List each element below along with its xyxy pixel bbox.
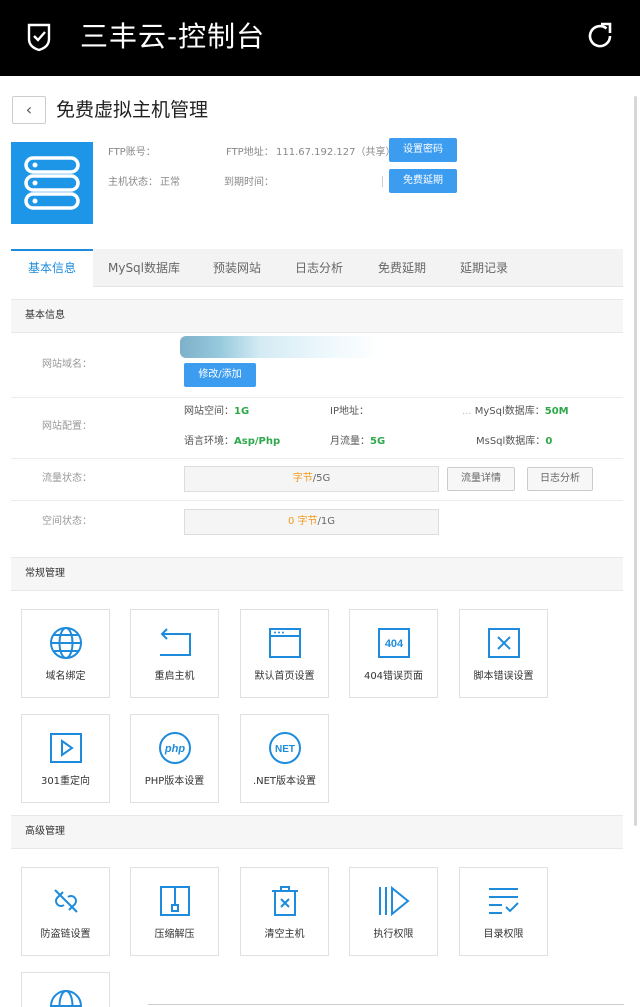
ftp-address-value: 111.67.192.127（共享） xyxy=(276,147,396,158)
tile-label: 默认首页设置 xyxy=(254,671,315,682)
svg-text:NET: NET xyxy=(275,744,295,755)
tile-label: 执行权限 xyxy=(373,929,414,940)
config-label: 网站配置： xyxy=(42,421,92,432)
domain-label: 网站域名： xyxy=(42,359,92,370)
language-info: 语言环境：Asp/Php xyxy=(184,436,281,447)
tile-label: 301重定向 xyxy=(40,776,91,787)
tile-404-page[interactable]: 404 404错误页面 xyxy=(349,609,438,698)
tile-compress[interactable]: 压缩解压 xyxy=(130,867,219,956)
section-routine: 常规管理 xyxy=(11,557,623,591)
tab-basic-info[interactable]: 基本信息 xyxy=(11,249,93,287)
php-icon: php xyxy=(159,732,191,764)
globe-icon xyxy=(50,990,82,1007)
expire-time-label: 到期时间： xyxy=(224,177,274,188)
tab-free-extend[interactable]: 免费延期 xyxy=(365,249,439,287)
tile-label: 清空主机 xyxy=(264,929,305,940)
tile-domain-binding[interactable]: 域名绑定 xyxy=(21,609,110,698)
page-title: 免费虚拟主机管理 xyxy=(56,99,209,121)
flow-status-label: 流量状态： xyxy=(42,473,92,484)
tile-execute-permission[interactable]: 执行权限 xyxy=(349,867,438,956)
tile-clear-host[interactable]: 清空主机 xyxy=(240,867,329,956)
host-status-value: 正常 xyxy=(160,177,180,188)
space-status-label: 空间状态： xyxy=(42,516,92,527)
404-icon: 404 xyxy=(378,628,410,658)
tab-log-analysis[interactable]: 日志分析 xyxy=(283,249,355,287)
domain-value-blurred xyxy=(180,336,380,358)
mssql-info: MsSql数据库：0 xyxy=(476,436,553,447)
tile-anti-leech[interactable]: 防盗链设置 xyxy=(21,867,110,956)
traffic-info: 月流量：5G xyxy=(330,436,386,447)
flow-detail-button[interactable]: 流量详情 xyxy=(447,467,515,491)
tab-mysql[interactable]: MySql数据库 xyxy=(103,249,185,287)
svg-text:php: php xyxy=(164,743,185,755)
list-check-icon xyxy=(489,888,519,914)
execute-icon xyxy=(379,885,410,917)
set-password-button[interactable]: 设置密码 xyxy=(389,138,457,162)
server-tile xyxy=(11,142,93,224)
restart-icon xyxy=(160,628,191,656)
mysql-info: ... MySql数据库：50M xyxy=(462,406,569,417)
shield-check-icon[interactable] xyxy=(26,22,52,52)
space-usage-bar: 0 字节/1G xyxy=(184,509,439,535)
tile-label: 域名绑定 xyxy=(45,671,86,682)
ftp-address-label: FTP地址： xyxy=(226,147,274,158)
tile-partial[interactable] xyxy=(21,972,110,1007)
tile-label: 脚本错误设置 xyxy=(473,671,534,682)
server-icon xyxy=(24,156,80,210)
tab-extend-records[interactable]: 延期记录 xyxy=(447,249,521,287)
divider xyxy=(382,176,383,187)
bottom-divider xyxy=(148,1004,624,1005)
tile-label: 目录权限 xyxy=(483,929,524,940)
free-extend-button[interactable]: 免费延期 xyxy=(389,169,457,193)
row-divider xyxy=(11,458,623,459)
x-box-icon xyxy=(488,628,520,658)
tile-label: 404错误页面 xyxy=(363,671,424,682)
ip-info: IP地址： xyxy=(330,406,369,417)
tile-label: PHP版本设置 xyxy=(144,776,205,787)
tile-net-version[interactable]: NET .NET版本设置 xyxy=(240,714,329,803)
tile-301-redirect[interactable]: 301重定向 xyxy=(21,714,110,803)
zip-icon xyxy=(160,886,190,916)
tile-label: .NET版本设置 xyxy=(252,776,317,787)
scrollbar[interactable] xyxy=(634,96,637,826)
tile-script-error[interactable]: 脚本错误设置 xyxy=(459,609,548,698)
play-box-icon xyxy=(50,733,82,763)
back-button[interactable]: ‹ xyxy=(12,96,46,124)
row-divider xyxy=(11,397,623,398)
section-basic-info: 基本信息 xyxy=(11,299,623,333)
browser-window-icon xyxy=(269,628,301,658)
edit-domain-button[interactable]: 修改/添加 xyxy=(184,363,256,387)
svg-text:404: 404 xyxy=(385,638,404,650)
tile-directory-permission[interactable]: 目录权限 xyxy=(459,867,548,956)
tile-default-homepage[interactable]: 默认首页设置 xyxy=(240,609,329,698)
tile-label: 重启主机 xyxy=(154,671,195,682)
tile-php-version[interactable]: php PHP版本设置 xyxy=(130,714,219,803)
tile-restart-host[interactable]: 重启主机 xyxy=(130,609,219,698)
app-title: 三丰云-控制台 xyxy=(80,20,266,53)
tile-label: 防盗链设置 xyxy=(40,929,91,940)
refresh-icon[interactable] xyxy=(584,20,616,52)
tab-bar: 基本信息 MySql数据库 预装网站 日志分析 免费延期 延期记录 xyxy=(11,249,623,287)
tab-preinstalled-site[interactable]: 预装网站 xyxy=(201,249,273,287)
net-icon: NET xyxy=(269,732,301,764)
globe-icon xyxy=(50,627,82,659)
trash-icon xyxy=(272,886,298,916)
space-info: 网站空间：1G xyxy=(184,406,250,417)
broken-link-icon xyxy=(54,889,78,913)
row-divider xyxy=(11,500,623,501)
tile-label: 压缩解压 xyxy=(154,929,195,940)
ftp-account-label: FTP账号： xyxy=(108,147,156,158)
host-status-label: 主机状态： xyxy=(108,177,158,188)
app-bar: 三丰云-控制台 xyxy=(0,0,640,76)
log-analysis-button[interactable]: 日志分析 xyxy=(527,467,593,491)
flow-usage-bar: 字节/5G xyxy=(184,466,439,492)
section-advanced: 高级管理 xyxy=(11,815,623,849)
